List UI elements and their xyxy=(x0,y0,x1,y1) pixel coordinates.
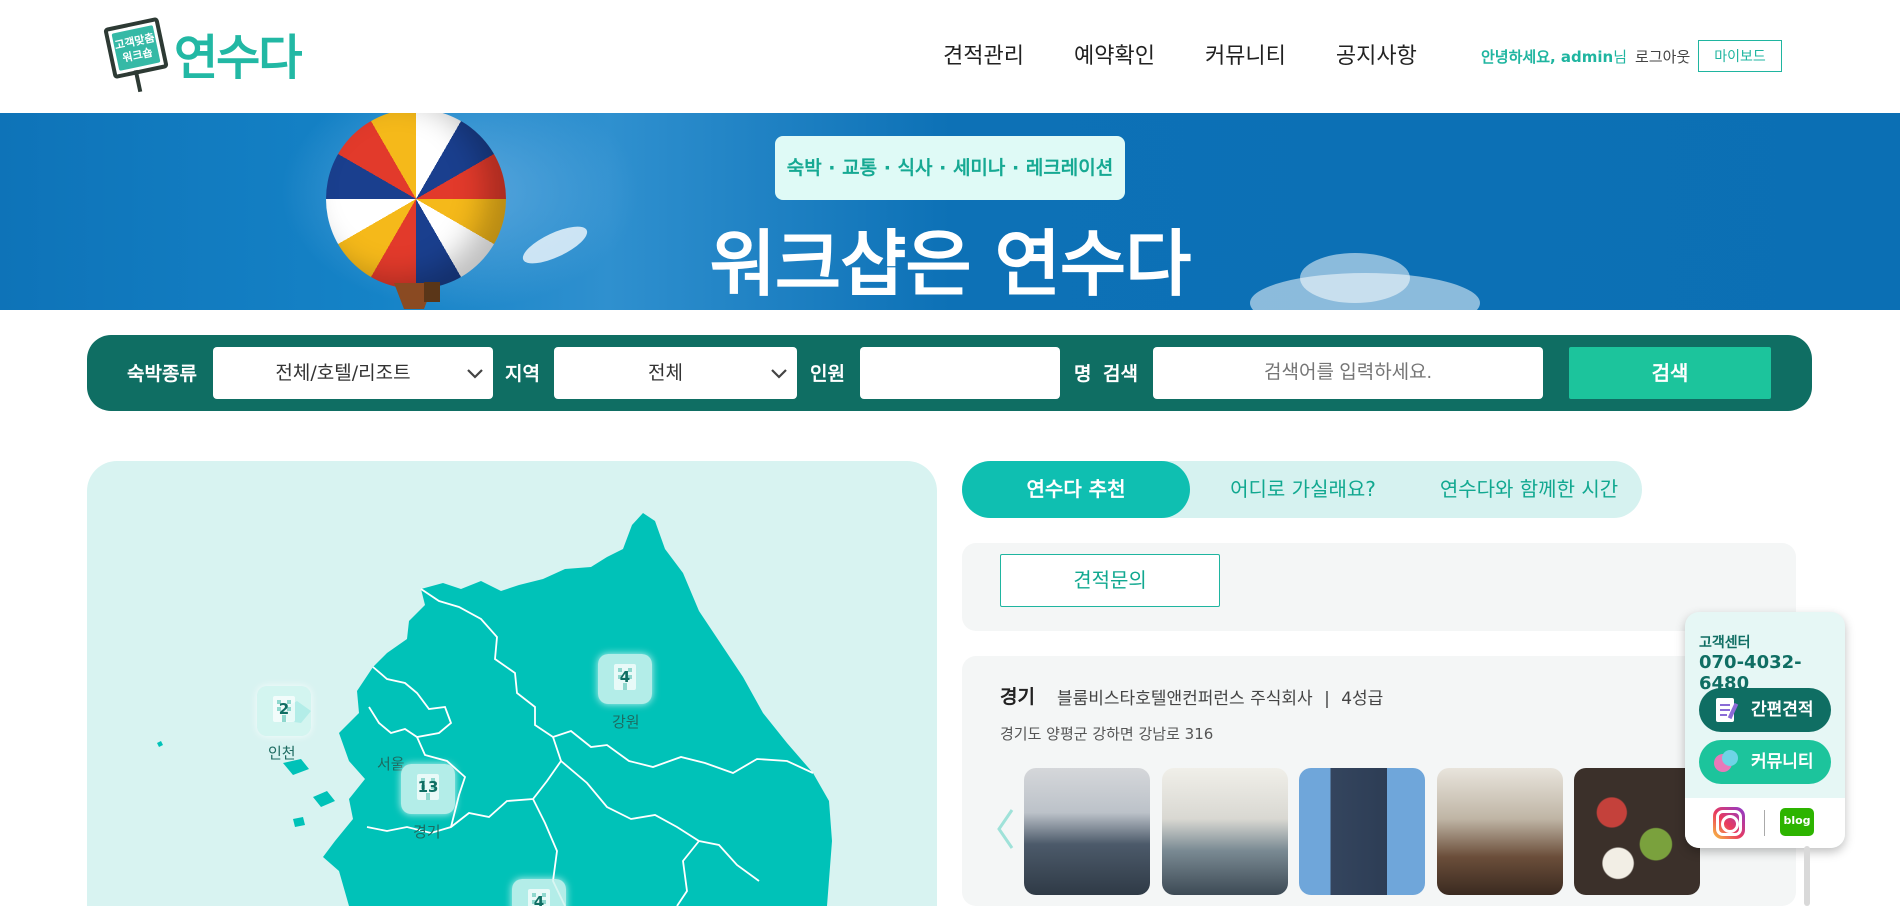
hotel-name: 블룸비스타호텔앤컨퍼런스 주식회사 xyxy=(1057,689,1313,709)
sns-links: blog xyxy=(1685,798,1845,848)
hotel-card[interactable]: 경기 블룸비스타호텔앤컨퍼런스 주식회사 | 4성급 경기도 양평군 강하면 강… xyxy=(962,656,1796,906)
map-landmass[interactable] xyxy=(323,513,832,906)
keyword-input[interactable] xyxy=(1153,347,1543,399)
thumbnail-meal[interactable] xyxy=(1574,768,1700,895)
banner-tagline: 숙박 · 교통 · 식사 · 세미나 · 레크레이션 xyxy=(775,136,1125,200)
type-select[interactable]: 전체/호텔/리조트 xyxy=(213,347,493,399)
community-button[interactable]: 커뮤니티 xyxy=(1699,740,1831,784)
customer-center-widget: 고객센터 070-4032-6480 간편견적 커뮤니티 blog xyxy=(1685,612,1845,848)
korea-map xyxy=(157,513,832,906)
map-island xyxy=(293,817,305,827)
logo-sign-text: 고객맞춤 워크숍 xyxy=(111,25,161,71)
logout-link[interactable]: 로그아웃 xyxy=(1635,46,1690,67)
pin-count: 2 xyxy=(278,700,290,718)
thumbnail-hotel-building[interactable] xyxy=(1299,768,1425,895)
pin-count: 4 xyxy=(619,668,631,686)
people-label: 인원 xyxy=(810,363,845,385)
tab-time-together[interactable]: 연수다와 함께한 시간 xyxy=(1416,461,1642,518)
cloud xyxy=(1300,253,1410,303)
thumbnail-conference-room[interactable] xyxy=(1162,768,1288,895)
chat-bubble-icon xyxy=(1714,750,1738,772)
quick-quote-button[interactable]: 간편견적 xyxy=(1699,688,1831,732)
tab-where-to-go[interactable]: 어디로 가실래요? xyxy=(1190,461,1416,518)
region-select-value: 전체 xyxy=(648,362,683,384)
chevron-left-icon[interactable] xyxy=(994,806,1016,852)
customer-center-title: 고객센터 xyxy=(1699,635,1751,651)
document-icon xyxy=(1716,698,1739,722)
blog-icon[interactable]: blog xyxy=(1780,808,1814,836)
type-select-value: 전체/호텔/리조트 xyxy=(275,362,411,384)
banner-title: 워크샵은 연수다 xyxy=(709,222,1192,306)
people-input[interactable] xyxy=(860,347,1060,399)
map-pin-incheon[interactable]: 2 xyxy=(257,686,311,736)
site-logo[interactable]: 고객맞춤 워크숍 연수다 xyxy=(100,16,310,94)
pin-count: 4 xyxy=(533,893,545,906)
nav-notice[interactable]: 공지사항 xyxy=(1336,38,1417,70)
quick-quote-label: 간편견적 xyxy=(1751,700,1814,720)
region-map: 2 인천 4 강원 서울 13 경기 4 xyxy=(87,461,937,906)
nav-reservation-check[interactable]: 예약확인 xyxy=(1074,38,1155,70)
nav-community[interactable]: 커뮤니티 xyxy=(1205,38,1286,70)
user-area: 안녕하세요, admin 님 로그아웃 마이보드 xyxy=(1481,40,1782,72)
map-label-gangwon: 강원 xyxy=(612,713,640,731)
greeting-text: 안녕하세요, admin xyxy=(1481,47,1614,66)
thumbnail-restaurant[interactable] xyxy=(1437,768,1563,895)
chevron-down-icon xyxy=(467,369,483,379)
search-bar: 숙박종류 전체/호텔/리조트 지역 전체 인원 명 검색 검색 xyxy=(87,335,1812,411)
greeting-suffix: 님 xyxy=(1613,47,1628,66)
people-unit: 명 xyxy=(1074,363,1092,385)
map-pin-gyeonggi[interactable]: 13 xyxy=(401,764,455,814)
community-label: 커뮤니티 xyxy=(1751,752,1814,772)
nav-quote-management[interactable]: 견적관리 xyxy=(943,38,1024,70)
map-label-gyeonggi: 경기 xyxy=(413,823,441,841)
chevron-down-icon xyxy=(771,369,787,379)
quote-box: 견적문의 xyxy=(962,543,1796,631)
pin-count: 13 xyxy=(417,778,439,796)
hotel-separator: | xyxy=(1324,689,1330,709)
map-island xyxy=(157,741,163,747)
myboard-button[interactable]: 마이보드 xyxy=(1698,40,1782,72)
recommend-tabs: 연수다 추천 어디로 가실래요? 연수다와 함께한 시간 xyxy=(962,461,1642,518)
thumbnail-seminar-room[interactable] xyxy=(1024,768,1150,895)
map-label-incheon: 인천 xyxy=(268,744,296,762)
hotel-address: 경기도 양평군 강하면 강남로 316 xyxy=(1000,725,1214,743)
widget-scrollbar[interactable] xyxy=(1804,846,1810,906)
hotel-name-line: 블룸비스타호텔앤컨퍼런스 주식회사 | 4성급 xyxy=(1057,684,1383,709)
main-nav: 견적관리 예약확인 커뮤니티 공지사항 xyxy=(943,38,1417,70)
sns-divider xyxy=(1764,810,1765,836)
logo-text: 연수다 xyxy=(174,30,302,86)
instagram-icon[interactable] xyxy=(1713,807,1745,839)
site-header: 고객맞춤 워크숍 연수다 견적관리 예약확인 커뮤니티 공지사항 안녕하세요, … xyxy=(0,0,1900,113)
hot-air-balloon-image xyxy=(326,113,506,289)
keyword-label: 검색 xyxy=(1103,363,1138,385)
tab-recommend[interactable]: 연수다 추천 xyxy=(962,461,1190,518)
hero-banner: 숙박 · 교통 · 식사 · 세미나 · 레크레이션 워크샵은 연수다 xyxy=(0,113,1900,310)
type-label: 숙박종류 xyxy=(127,363,197,385)
region-select[interactable]: 전체 xyxy=(554,347,797,399)
map-pin-gangwon[interactable]: 4 xyxy=(598,654,652,704)
hotel-grade: 4성급 xyxy=(1341,689,1384,709)
quote-inquiry-button[interactable]: 견적문의 xyxy=(1000,554,1220,607)
map-island xyxy=(313,791,335,807)
map-pin-chungbuk[interactable]: 4 xyxy=(512,879,566,906)
hotel-region: 경기 xyxy=(1000,686,1035,708)
region-label: 지역 xyxy=(505,363,540,385)
balloon-basket xyxy=(424,282,440,302)
search-button[interactable]: 검색 xyxy=(1569,347,1771,399)
